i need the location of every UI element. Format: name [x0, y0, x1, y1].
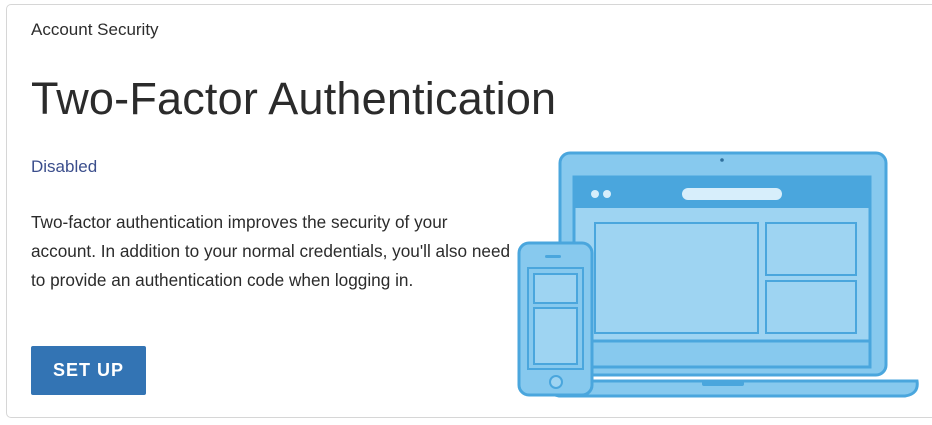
page-title: Two-Factor Authentication	[31, 73, 557, 124]
description-text: Two-factor authentication improves the s…	[31, 212, 511, 290]
two-factor-card: Account Security Two-Factor Authenticati…	[6, 4, 932, 418]
set-up-button[interactable]: SET UP	[31, 346, 146, 395]
status-text: Disabled	[31, 157, 98, 176]
section-label: Account Security	[31, 20, 159, 39]
laptop-and-phone-icon	[517, 151, 919, 398]
